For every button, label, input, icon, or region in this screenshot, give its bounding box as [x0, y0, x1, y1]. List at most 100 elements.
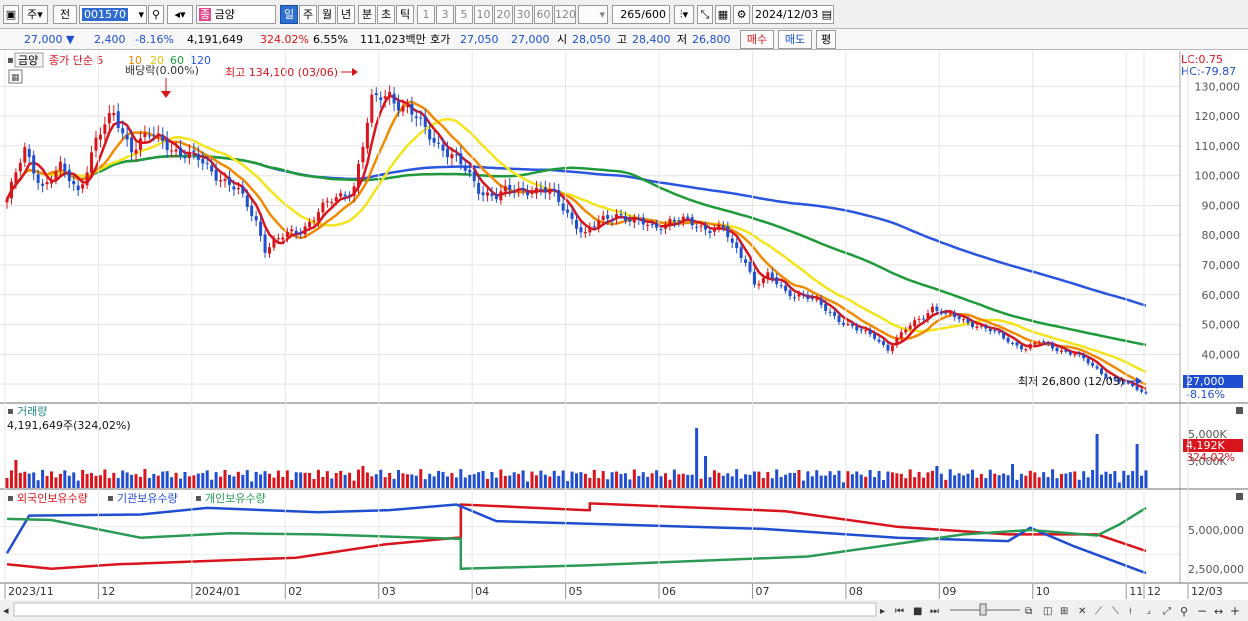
volume-bar: [997, 475, 1001, 488]
volume-bar: [276, 470, 280, 488]
scroll-right-icon[interactable]: ▸: [880, 606, 885, 617]
interval-30[interactable]: 30: [514, 5, 533, 24]
volume-bar: [944, 479, 948, 488]
volume-bar: [868, 470, 872, 488]
compare-icon[interactable]: ⊞: [1060, 606, 1068, 617]
candle-type-icon[interactable]: ⫶▾: [674, 5, 694, 24]
volume-bar: [9, 470, 13, 488]
stop-icon[interactable]: ■: [913, 606, 922, 617]
date-input[interactable]: 2024/12/03 ▤: [752, 5, 834, 24]
interval-5[interactable]: 5: [455, 5, 473, 24]
buy-button[interactable]: 매수: [740, 30, 774, 49]
stock-chart[interactable]: 30,00040,00050,00060,00070,00080,00090,0…: [0, 51, 1248, 621]
low-annotation: 최저 26,800 (12/03): [1018, 375, 1124, 388]
volume-bar: [548, 476, 552, 488]
volume-bar: [1015, 479, 1019, 488]
chart-kind-button[interactable]: 전: [53, 5, 77, 24]
interval-1[interactable]: 1: [417, 5, 435, 24]
interval-20[interactable]: 20: [494, 5, 513, 24]
play-icon[interactable]: ⏭: [930, 606, 939, 617]
volume-bar: [192, 475, 196, 488]
text-tool-icon[interactable]: ⟊: [1129, 606, 1132, 617]
period-tab-second[interactable]: 초: [377, 5, 395, 24]
volume-bar: [201, 473, 205, 488]
candle-body: [543, 187, 547, 193]
volume-bars: [5, 428, 1148, 488]
count-input[interactable]: 265/600: [612, 5, 670, 24]
split-icon[interactable]: ◫: [1043, 606, 1052, 617]
volume-bar: [526, 481, 530, 488]
holdings-close-icon[interactable]: [1236, 493, 1243, 500]
interval-120[interactable]: 120: [554, 5, 576, 24]
stock-name-field[interactable]: 종 금양: [196, 5, 276, 24]
volume-bar: [325, 471, 329, 488]
rewind-icon[interactable]: ⏮: [895, 606, 904, 617]
volume-bar: [303, 472, 307, 488]
layout-icon[interactable]: ⧉: [1025, 606, 1032, 617]
period-tab-week[interactable]: 주: [299, 5, 317, 24]
gear-icon[interactable]: ⚙: [733, 5, 750, 24]
candle-body: [179, 147, 183, 156]
candle-body: [988, 329, 992, 332]
interval-10[interactable]: 10: [474, 5, 493, 24]
volume-bar: [988, 469, 992, 488]
scroll-left-icon[interactable]: ◂: [3, 604, 9, 617]
period-tab-day[interactable]: 일: [280, 5, 298, 24]
volume-bar: [539, 470, 543, 488]
candle-body: [205, 163, 209, 165]
candle-body: [583, 231, 587, 234]
volume-bar: [383, 477, 387, 488]
search-icon[interactable]: ⚲: [148, 5, 164, 24]
zoom-in-icon[interactable]: +: [1230, 604, 1240, 618]
zoom-out-icon[interactable]: −: [1197, 604, 1207, 618]
volume-bar: [815, 470, 819, 488]
scroll-track[interactable]: [13, 602, 877, 617]
draw-icon[interactable]: ✕: [1078, 606, 1086, 617]
volume-bar: [45, 475, 49, 488]
candle-body: [405, 105, 409, 107]
ruler-icon[interactable]: ⟓: [1146, 606, 1151, 617]
volume-bar: [979, 473, 983, 488]
sell-button[interactable]: 매도: [778, 30, 812, 49]
code-input[interactable]: 001570 ▾: [79, 5, 147, 24]
cursor-icon[interactable]: ⤢: [1163, 606, 1171, 617]
volume-close-icon[interactable]: [1236, 407, 1243, 414]
volume-bar: [268, 473, 272, 488]
period-tab-tick[interactable]: 틱: [396, 5, 414, 24]
speaker-icon[interactable]: ◂▾: [167, 5, 193, 24]
candle-body: [1144, 392, 1148, 394]
candle-body: [227, 177, 231, 185]
candle-body: [1028, 344, 1032, 349]
zoom-handle[interactable]: [979, 603, 987, 616]
candle-body: [58, 161, 62, 171]
period-tab-minute[interactable]: 분: [358, 5, 376, 24]
fit-icon[interactable]: ↔: [1214, 605, 1223, 618]
period-select[interactable]: 주▾: [22, 5, 48, 24]
candle-body: [939, 311, 943, 314]
volume-bar: [161, 471, 165, 488]
candle-body: [1002, 332, 1006, 339]
line-tool-icon[interactable]: ⟋: [1095, 606, 1102, 617]
volume-bar: [58, 473, 62, 488]
volume-bar: [655, 470, 659, 488]
interval-60[interactable]: 60: [534, 5, 553, 24]
crosshair-icon[interactable]: ⤡: [697, 5, 713, 24]
avg-button[interactable]: 평: [816, 30, 836, 49]
indicator-icon[interactable]: ▦: [715, 5, 731, 24]
zoom-search-icon[interactable]: ⚲: [1180, 605, 1188, 618]
volume-bar: [575, 473, 578, 488]
quote-amount: 111,023백만: [360, 33, 426, 46]
window-icon[interactable]: ▣: [3, 5, 19, 24]
volume-bar: [784, 474, 788, 488]
candle-body: [303, 226, 307, 235]
volume-bar: [993, 473, 997, 488]
fib-icon[interactable]: ⟍: [1112, 606, 1119, 617]
candle-body: [441, 144, 445, 151]
candle-body: [32, 155, 36, 174]
interval-3[interactable]: 3: [436, 5, 454, 24]
period-tab-year[interactable]: 년: [337, 5, 355, 24]
interval-dropdown[interactable]: ▾: [578, 5, 608, 24]
candle-body: [530, 192, 534, 194]
period-tab-month[interactable]: 월: [318, 5, 336, 24]
candle-body: [107, 113, 111, 124]
